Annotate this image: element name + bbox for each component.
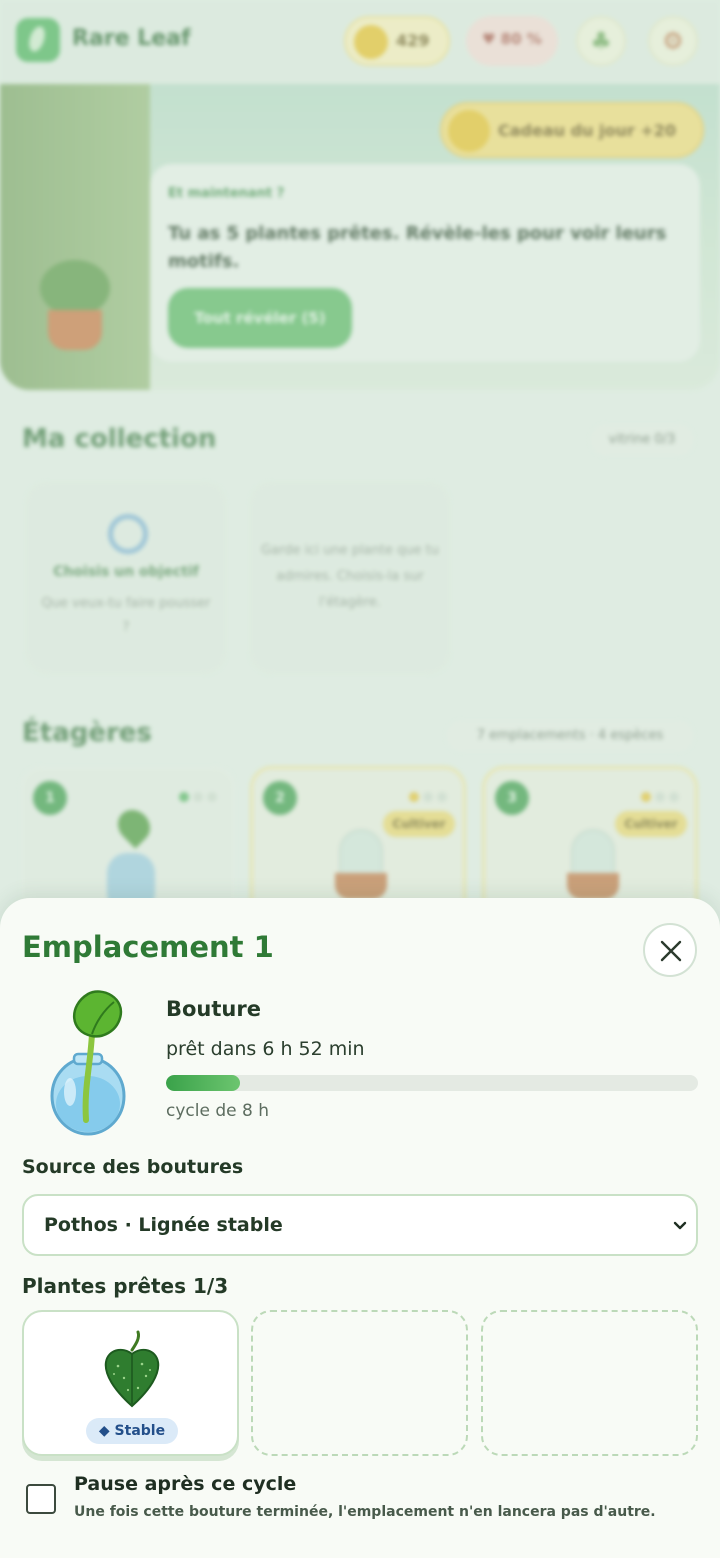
source-select-value: Pothos · Lignée stable	[44, 1214, 283, 1236]
empty-plant-slot	[251, 1310, 468, 1456]
ready-plants-label: Plantes prêtes 1/3	[22, 1274, 229, 1298]
close-icon	[660, 940, 682, 962]
growth-progress-bar	[166, 1075, 698, 1091]
plant-name: Bouture	[166, 997, 261, 1021]
close-button[interactable]	[643, 923, 697, 977]
pause-checkbox[interactable]	[26, 1484, 56, 1514]
cutting-in-vase-illustration	[50, 990, 126, 1136]
pause-description: Une fois cette bouture terminée, l'empla…	[74, 1504, 656, 1520]
sheet-title: Emplacement 1	[22, 930, 274, 964]
cycle-length: cycle de 8 h	[166, 1101, 269, 1121]
ready-eta: prêt dans 6 h 52 min	[166, 1038, 365, 1060]
chevron-down-icon	[673, 1221, 687, 1230]
stable-badge: ◆ Stable	[86, 1418, 178, 1444]
ready-plant-slot[interactable]: ◆ Stable	[22, 1310, 239, 1456]
leaf-icon	[104, 1330, 160, 1408]
source-select[interactable]: Pothos · Lignée stable	[22, 1194, 698, 1256]
slot-bottom-sheet: Emplacement 1 Bouture prêt dans 6 h 52 m…	[0, 898, 720, 1558]
source-label: Source des boutures	[22, 1156, 244, 1178]
growth-progress-fill	[166, 1075, 241, 1091]
empty-plant-slot	[481, 1310, 698, 1456]
pause-title: Pause après ce cycle	[74, 1473, 297, 1495]
